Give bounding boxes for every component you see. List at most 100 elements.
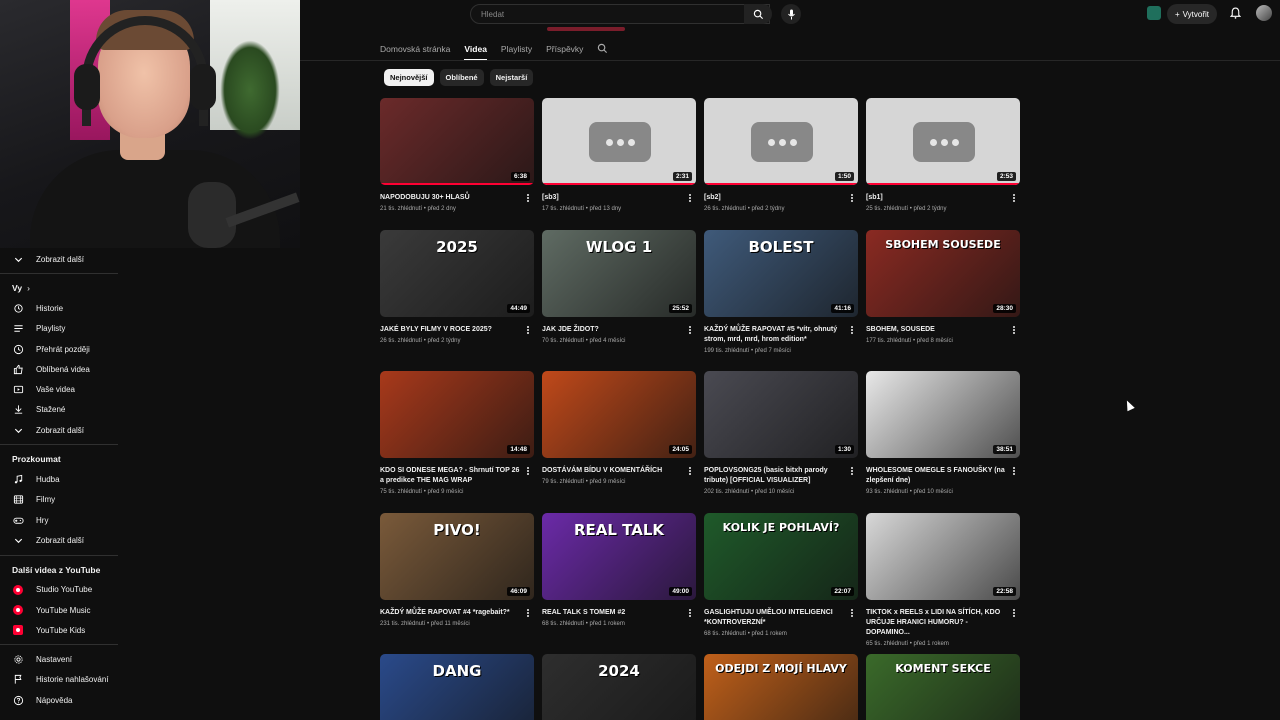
- sidebar-item-playlists[interactable]: Playlisty: [0, 319, 118, 339]
- sidebar-show-more-you[interactable]: Zobrazit další: [0, 420, 118, 440]
- video-title[interactable]: KAŽDÝ MŮŽE RAPOVAT #4 *ragebait?*: [380, 608, 534, 618]
- sidebar-show-more-explore[interactable]: Zobrazit další: [0, 530, 118, 550]
- video-card[interactable]: 6:38 NAPODOBUJU 30+ HLASŮ 21 tis. zhlédnut…: [380, 98, 534, 212]
- video-card[interactable]: ODEJDI Z MOJÍ HLAVY: [704, 654, 858, 720]
- video-title[interactable]: NAPODOBUJU 30+ HLASŮ: [380, 193, 534, 203]
- more-options-icon[interactable]: [1010, 608, 1018, 618]
- video-thumbnail[interactable]: KOMENT SEKCE: [866, 654, 1020, 720]
- more-options-icon[interactable]: [686, 325, 694, 335]
- more-options-icon[interactable]: [848, 193, 856, 203]
- video-card[interactable]: BOLEST 41:16 KAŽDÝ MŮŽE RAPOVAT #5 *vítr, …: [704, 230, 858, 354]
- chip-newest[interactable]: Nejnovější: [384, 69, 434, 86]
- video-title[interactable]: DOSTÁVÁM BÍDU V KOMENTÁŘÍCH: [542, 466, 696, 476]
- video-title[interactable]: GASLIGHTUJU UMĚLOU INTELIGENCI *KONTROVE…: [704, 608, 858, 628]
- video-title[interactable]: [sb2]: [704, 193, 858, 203]
- video-card[interactable]: 22:58 TIKTOK x REELS x LIDI NA SÍTÍCH, KD…: [866, 513, 1020, 647]
- create-button[interactable]: + Vytvořit: [1167, 4, 1217, 24]
- video-title[interactable]: [sb3]: [542, 193, 696, 203]
- more-options-icon[interactable]: [524, 325, 532, 335]
- tab-posts[interactable]: Příspěvky: [546, 44, 583, 54]
- voice-search-button[interactable]: [781, 4, 801, 24]
- video-title[interactable]: [sb1]: [866, 193, 1020, 203]
- video-thumbnail[interactable]: SBOHEM SOUSEDE 28:30: [866, 230, 1020, 317]
- video-card[interactable]: 24:05 DOSTÁVÁM BÍDU V KOMENTÁŘÍCH 79 tis. …: [542, 371, 696, 495]
- video-card[interactable]: 2025 44:49 JAKÉ BYLY FILMY V ROCE 2025? 26 …: [380, 230, 534, 354]
- extension-icon[interactable]: [1147, 6, 1161, 20]
- video-thumbnail[interactable]: 1:30: [704, 371, 858, 458]
- tab-playlists[interactable]: Playlisty: [501, 44, 532, 54]
- video-thumbnail[interactable]: 2024: [542, 654, 696, 720]
- video-card[interactable]: 1:30 POPLOVSONG25 (basic bitxh parody tri…: [704, 371, 858, 495]
- video-title[interactable]: JAK JDE ŽIDOT?: [542, 325, 696, 335]
- sidebar-item-films[interactable]: Filmy: [0, 490, 118, 510]
- video-thumbnail[interactable]: KOLIK JE POHLAVÍ? 22:07: [704, 513, 858, 600]
- sidebar-item-history[interactable]: Historie: [0, 298, 118, 318]
- video-card[interactable]: 2:31 [sb3] 17 tis. zhlédnutí • před 13 dny: [542, 98, 696, 212]
- sidebar-item-your-videos[interactable]: Vaše videa: [0, 379, 118, 399]
- tab-videos[interactable]: Videa: [464, 44, 487, 61]
- avatar[interactable]: [1256, 5, 1272, 21]
- sidebar-item-downloads[interactable]: Stažené: [0, 400, 118, 420]
- video-card[interactable]: DANG: [380, 654, 534, 720]
- sidebar-item-settings[interactable]: Nastavení: [0, 649, 118, 669]
- video-thumbnail[interactable]: 24:05: [542, 371, 696, 458]
- more-options-icon[interactable]: [1010, 325, 1018, 335]
- video-thumbnail[interactable]: REAL TALK 49:00: [542, 513, 696, 600]
- video-card[interactable]: KOLIK JE POHLAVÍ? 22:07 GASLIGHTUJU UMĚLOU…: [704, 513, 858, 647]
- more-options-icon[interactable]: [686, 608, 694, 618]
- video-card[interactable]: 14:48 KDO SI ODNESE MEGA? - Shrnutí TOP 2…: [380, 371, 534, 495]
- video-card[interactable]: 1:50 [sb2] 26 tis. zhlédnutí • před 2 týdn…: [704, 98, 858, 212]
- video-title[interactable]: JAKÉ BYLY FILMY V ROCE 2025?: [380, 325, 534, 335]
- video-title[interactable]: REAL TALK S TOMEM #2: [542, 608, 696, 618]
- video-card[interactable]: SBOHEM SOUSEDE 28:30 SBOHEM, SOUSEDE 177 ti…: [866, 230, 1020, 354]
- video-thumbnail[interactable]: 6:38: [380, 98, 534, 185]
- video-card[interactable]: 2024: [542, 654, 696, 720]
- video-thumbnail[interactable]: 2:53: [866, 98, 1020, 185]
- video-card[interactable]: WLOG 1 25:52 JAK JDE ŽIDOT? 70 tis. zhlédnu…: [542, 230, 696, 354]
- more-options-icon[interactable]: [1010, 193, 1018, 203]
- search-button[interactable]: [744, 4, 772, 24]
- chip-popular[interactable]: Oblíbené: [439, 69, 484, 86]
- video-thumbnail[interactable]: 38:51: [866, 371, 1020, 458]
- more-options-icon[interactable]: [1010, 466, 1018, 476]
- search-input[interactable]: Hledat: [470, 4, 770, 24]
- more-options-icon[interactable]: [686, 193, 694, 203]
- video-title[interactable]: TIKTOK x REELS x LIDI NA SÍTÍCH, KDO URČ…: [866, 608, 1020, 638]
- video-title[interactable]: KDO SI ODNESE MEGA? - Shrnutí TOP 26 a p…: [380, 466, 534, 486]
- sidebar-item-games[interactable]: Hry: [0, 510, 118, 530]
- more-options-icon[interactable]: [848, 608, 856, 618]
- video-thumbnail[interactable]: WLOG 1 25:52: [542, 230, 696, 317]
- video-thumbnail[interactable]: 2:31: [542, 98, 696, 185]
- sidebar-you-heading[interactable]: Vy ›: [0, 278, 118, 298]
- video-title[interactable]: KAŽDÝ MŮŽE RAPOVAT #5 *vítr, ohnutý stro…: [704, 325, 858, 345]
- notifications-button[interactable]: [1228, 6, 1242, 20]
- sidebar-item-report-history[interactable]: Historie nahlašování: [0, 670, 118, 690]
- video-card[interactable]: KOMENT SEKCE: [866, 654, 1020, 720]
- video-thumbnail[interactable]: 1:50: [704, 98, 858, 185]
- sidebar-item-liked[interactable]: Oblíbená videa: [0, 359, 118, 379]
- video-card[interactable]: 2:53 [sb1] 25 tis. zhlédnutí • před 2 týdn…: [866, 98, 1020, 212]
- video-card[interactable]: REAL TALK 49:00 REAL TALK S TOMEM #2 68 tis…: [542, 513, 696, 647]
- more-options-icon[interactable]: [524, 193, 532, 203]
- video-title[interactable]: POPLOVSONG25 (basic bitxh parody tribute…: [704, 466, 858, 486]
- sidebar-item-studio[interactable]: Studio YouTube: [0, 580, 118, 600]
- video-thumbnail[interactable]: PIVO! 46:09: [380, 513, 534, 600]
- video-thumbnail[interactable]: 2025 44:49: [380, 230, 534, 317]
- more-options-icon[interactable]: [524, 608, 532, 618]
- video-thumbnail[interactable]: BOLEST 41:16: [704, 230, 858, 317]
- video-title[interactable]: WHOLESOME OMEGLE S FANOUŠKY (na zlepšení…: [866, 466, 1020, 486]
- tab-home[interactable]: Domovská stránka: [380, 44, 450, 54]
- search-icon[interactable]: [597, 43, 608, 54]
- sidebar-show-more-top[interactable]: Zobrazit další: [0, 249, 118, 269]
- video-thumbnail[interactable]: ODEJDI Z MOJÍ HLAVY: [704, 654, 858, 720]
- sidebar-item-yt-kids[interactable]: YouTube Kids: [0, 620, 118, 640]
- more-options-icon[interactable]: [686, 466, 694, 476]
- sidebar-item-watch-later[interactable]: Přehrát později: [0, 339, 118, 359]
- video-title[interactable]: SBOHEM, SOUSEDE: [866, 325, 1020, 335]
- video-card[interactable]: 38:51 WHOLESOME OMEGLE S FANOUŠKY (na zle…: [866, 371, 1020, 495]
- video-thumbnail[interactable]: DANG: [380, 654, 534, 720]
- more-options-icon[interactable]: [848, 466, 856, 476]
- sidebar-item-yt-music[interactable]: YouTube Music: [0, 600, 118, 620]
- chip-oldest[interactable]: Nejstarší: [489, 69, 534, 86]
- sidebar-item-music[interactable]: Hudba: [0, 469, 118, 489]
